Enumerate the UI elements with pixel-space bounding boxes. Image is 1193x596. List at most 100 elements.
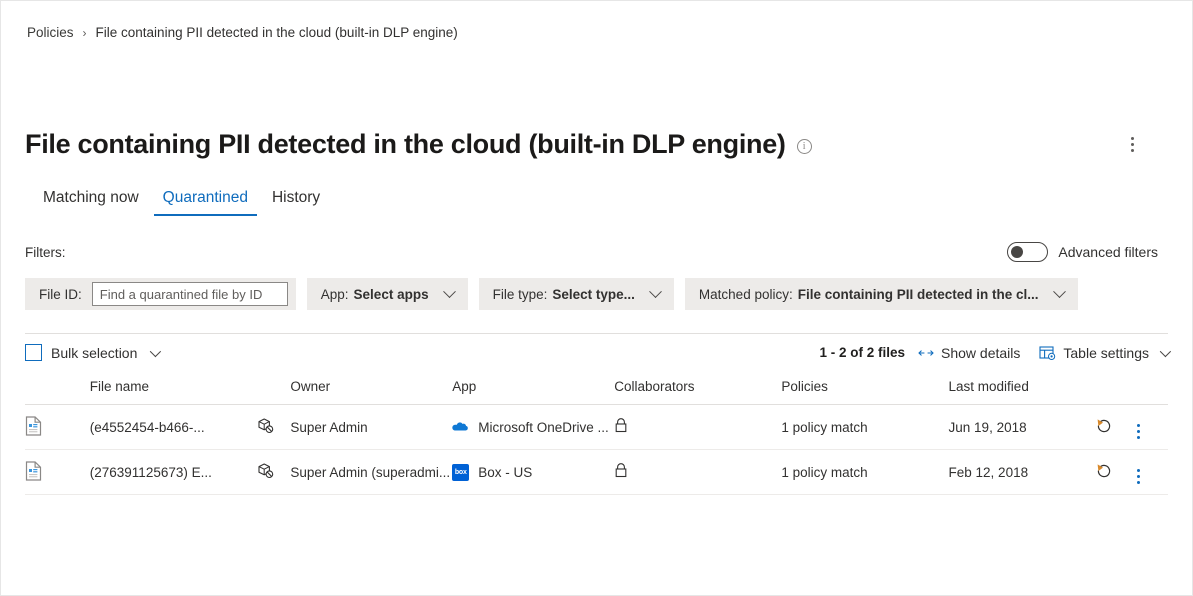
blocked-package-icon (257, 417, 274, 434)
table-settings-button[interactable]: Table settings (1039, 345, 1168, 361)
cell-restore (1095, 405, 1137, 450)
document-icon (25, 461, 42, 481)
blocked-package-icon (257, 462, 274, 479)
row-more-actions-icon[interactable] (1137, 424, 1140, 439)
table-header: File name Owner App Collaborators Polici… (25, 379, 1168, 405)
cell-owner: Super Admin (290, 405, 452, 450)
th-restore (1095, 379, 1137, 405)
info-icon[interactable]: i (797, 139, 812, 154)
quarantined-files-page: Policies › File containing PII detected … (0, 0, 1193, 596)
cell-collaborators (614, 450, 781, 495)
chevron-down-icon (1053, 285, 1066, 298)
cell-owner: Super Admin (superadmi... (290, 450, 452, 495)
app-name: Box - US (478, 465, 532, 480)
show-details-label: Show details (941, 345, 1020, 361)
cell-file-name[interactable]: (276391125673) E... (90, 450, 257, 495)
tab-history[interactable]: History (260, 189, 332, 216)
restore-button[interactable] (1095, 417, 1113, 435)
file-type-filter-value: Select type... (552, 287, 635, 302)
file-id-input[interactable] (92, 282, 288, 306)
toolbar-right-group: 1 - 2 of 2 files Show details (819, 345, 1168, 361)
cell-owner-icon (257, 405, 290, 450)
document-icon (25, 416, 42, 436)
th-owner-icon (257, 379, 290, 405)
cell-file-icon (25, 405, 90, 450)
matched-policy-filter-value: File containing PII detected in the cl..… (798, 287, 1039, 302)
cell-row-actions (1137, 450, 1168, 495)
th-row-actions (1137, 379, 1168, 405)
app-name: Microsoft OneDrive ... (478, 420, 609, 435)
cell-policies: 1 policy match (781, 405, 948, 450)
lock-icon (614, 462, 628, 479)
bulk-selection-control[interactable]: Bulk selection (25, 344, 158, 361)
cell-app: Microsoft OneDrive ... (452, 405, 614, 450)
chevron-down-icon[interactable] (150, 345, 161, 356)
breadcrumb: Policies › File containing PII detected … (27, 25, 458, 40)
table-body: (e4552454-b466-... Super Admin (25, 405, 1168, 495)
restore-icon (1095, 462, 1113, 480)
chevron-down-icon (443, 285, 456, 298)
breadcrumb-separator-icon: › (83, 27, 87, 39)
cell-file-icon (25, 450, 90, 495)
breadcrumb-item-policies[interactable]: Policies (27, 25, 74, 40)
row-more-actions-icon[interactable] (1137, 469, 1140, 484)
advanced-filters-control[interactable]: Advanced filters (1007, 242, 1158, 262)
app-filter-prefix: App: (321, 287, 349, 302)
toggle-knob (1011, 246, 1023, 258)
table-header-row: File name Owner App Collaborators Polici… (25, 379, 1168, 405)
filters-label: Filters: (25, 245, 66, 260)
cell-last-modified: Feb 12, 2018 (949, 450, 1095, 495)
restore-icon (1095, 417, 1113, 435)
page-header: File containing PII detected in the clou… (25, 109, 1168, 179)
file-type-filter[interactable]: File type: Select type... (479, 278, 674, 310)
expand-horizontal-icon (918, 347, 934, 359)
lock-icon (614, 417, 628, 434)
bulk-selection-label: Bulk selection (51, 345, 137, 361)
file-id-filter: File ID: (25, 278, 296, 310)
advanced-filters-label: Advanced filters (1058, 244, 1158, 260)
page-more-actions-icon[interactable] (1118, 130, 1146, 158)
table-settings-label: Table settings (1063, 345, 1149, 361)
matched-policy-filter[interactable]: Matched policy: File containing PII dete… (685, 278, 1078, 310)
filter-bar: File ID: App: Select apps File type: Sel… (25, 278, 1078, 310)
cell-app: box Box - US (452, 450, 614, 495)
cell-file-name[interactable]: (e4552454-b466-... (90, 405, 257, 450)
table-row[interactable]: (e4552454-b466-... Super Admin (25, 405, 1168, 450)
chevron-down-icon (1160, 345, 1171, 356)
table-row[interactable]: (276391125673) E... Super Admin (superad… (25, 450, 1168, 495)
th-policies: Policies (781, 379, 948, 405)
cell-policies: 1 policy match (781, 450, 948, 495)
show-details-button[interactable]: Show details (918, 345, 1020, 361)
tab-list: Matching now Quarantined History (31, 189, 332, 216)
bulk-selection-checkbox[interactable] (25, 344, 42, 361)
th-last-modified: Last modified (949, 379, 1095, 405)
quarantined-files-table: File name Owner App Collaborators Polici… (25, 379, 1168, 495)
table-toolbar: Bulk selection 1 - 2 of 2 files Show det… (25, 333, 1168, 371)
th-collaborators: Collaborators (614, 379, 781, 405)
app-filter[interactable]: App: Select apps (307, 278, 468, 310)
matched-policy-filter-prefix: Matched policy: (699, 287, 793, 302)
results-count: 1 - 2 of 2 files (819, 345, 905, 360)
cell-collaborators (614, 405, 781, 450)
cell-row-actions (1137, 405, 1168, 450)
chevron-down-icon (649, 285, 662, 298)
table-settings-icon (1039, 345, 1056, 361)
tab-matching-now[interactable]: Matching now (31, 189, 151, 216)
file-type-filter-prefix: File type: (493, 287, 548, 302)
onedrive-icon (452, 421, 469, 433)
th-file-name: File name (90, 379, 257, 405)
restore-button[interactable] (1095, 462, 1113, 480)
th-file-icon (25, 379, 90, 405)
cell-restore (1095, 450, 1137, 495)
th-owner: Owner (290, 379, 452, 405)
box-icon: box (452, 464, 469, 481)
cell-last-modified: Jun 19, 2018 (949, 405, 1095, 450)
app-filter-value: Select apps (354, 287, 429, 302)
file-id-label: File ID: (39, 287, 82, 302)
advanced-filters-toggle[interactable] (1007, 242, 1048, 262)
cell-owner-icon (257, 450, 290, 495)
th-app: App (452, 379, 614, 405)
tab-quarantined[interactable]: Quarantined (151, 189, 260, 216)
breadcrumb-item-current: File containing PII detected in the clou… (96, 25, 458, 40)
page-title: File containing PII detected in the clou… (25, 127, 786, 161)
